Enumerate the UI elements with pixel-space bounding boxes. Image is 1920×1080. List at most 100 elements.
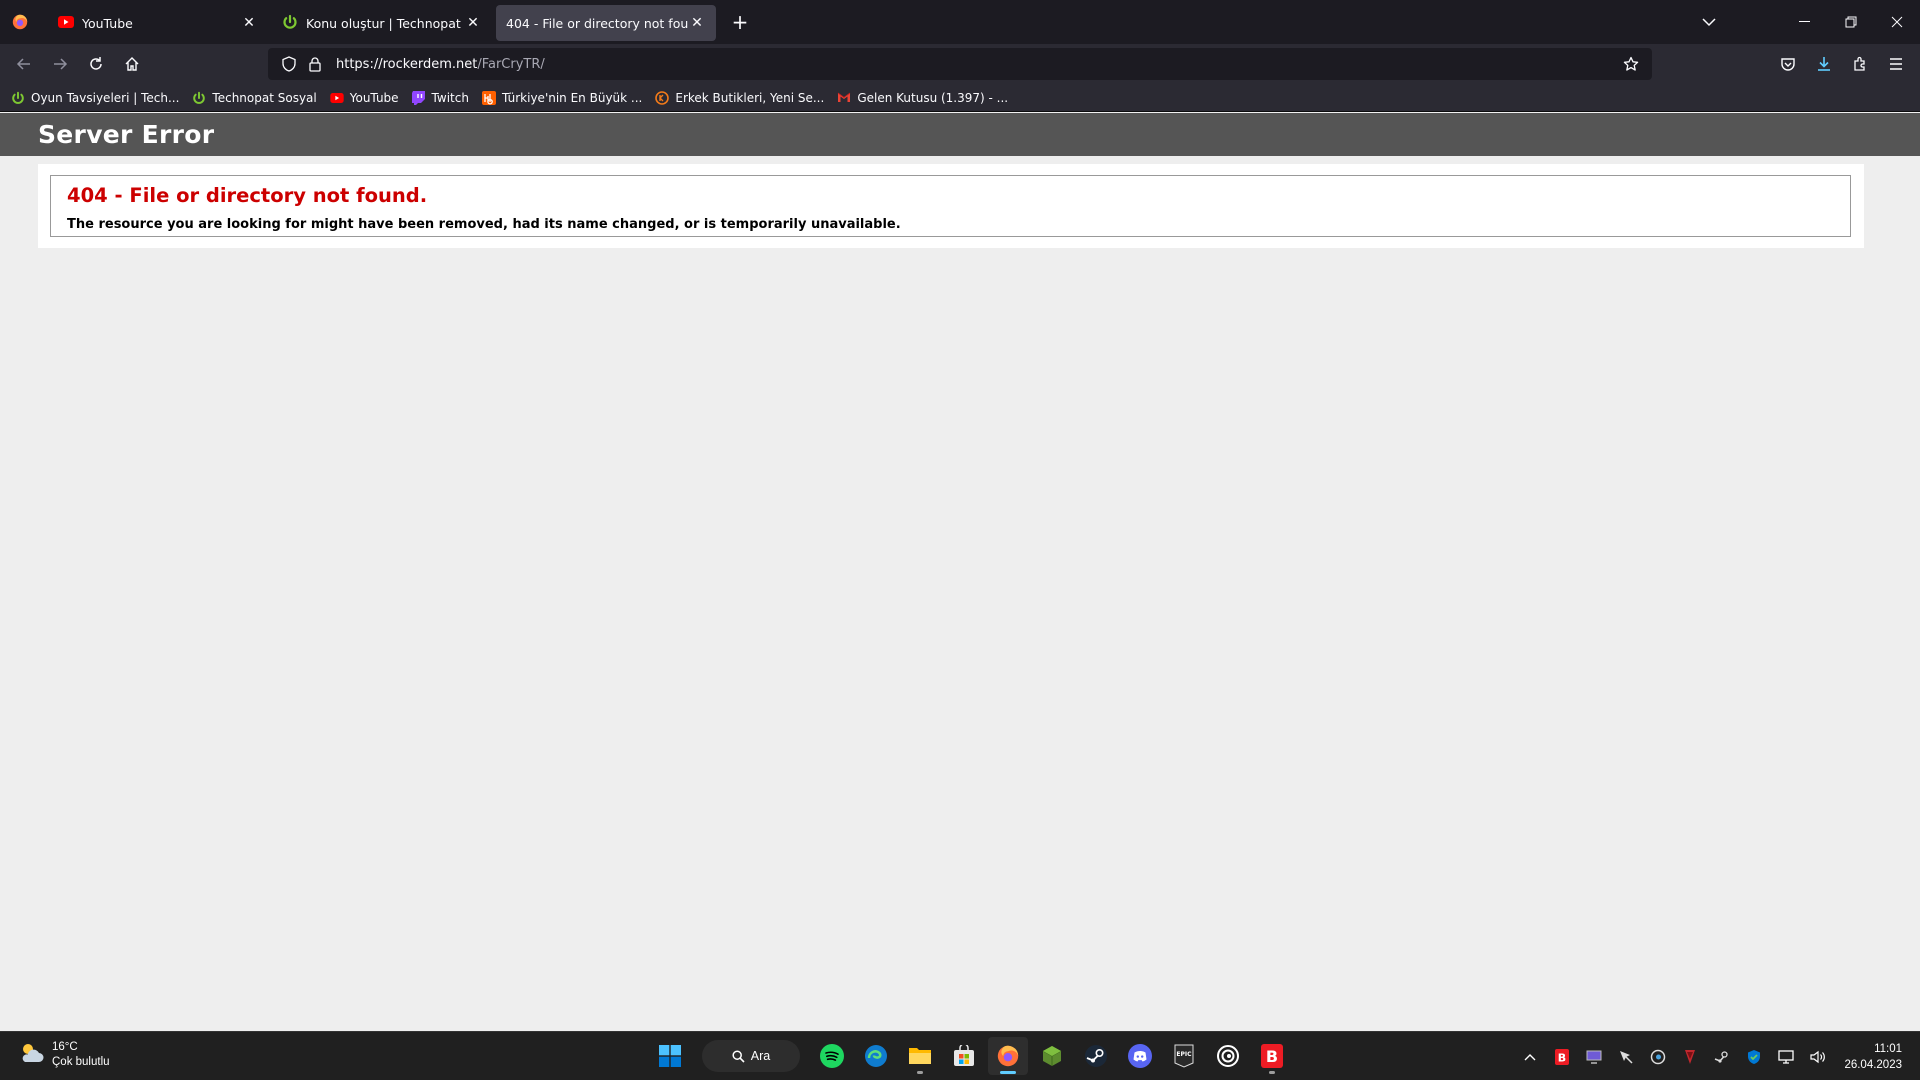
firefox-menu-icon[interactable] bbox=[0, 0, 40, 44]
url-text[interactable]: https://rockerdem.net/FarCryTR/ bbox=[336, 57, 545, 72]
close-window-button[interactable] bbox=[1874, 0, 1920, 44]
search-icon bbox=[732, 1049, 745, 1063]
error-fieldset: 404 - File or directory not found. The r… bbox=[50, 175, 1851, 237]
taskbar-search-box[interactable]: Ara bbox=[702, 1040, 800, 1072]
pocket-icon[interactable] bbox=[1772, 48, 1804, 80]
tab-404-active[interactable]: 404 - File or directory not found. ✕ bbox=[496, 5, 716, 41]
error-content-box: 404 - File or directory not found. The r… bbox=[38, 164, 1864, 248]
steam-icon[interactable] bbox=[1076, 1037, 1116, 1075]
volume-icon[interactable] bbox=[1802, 1041, 1834, 1073]
technopat-icon bbox=[191, 90, 207, 106]
epic-games-icon[interactable]: EPIC bbox=[1164, 1037, 1204, 1075]
microsoft-store-icon[interactable] bbox=[944, 1037, 984, 1075]
youtube-icon bbox=[329, 90, 345, 106]
back-button[interactable] bbox=[8, 48, 40, 80]
bitdefender-icon[interactable]: B bbox=[1252, 1037, 1292, 1075]
weather-widget[interactable]: 16°C Çok bulutlu bbox=[18, 1040, 110, 1070]
edge-icon[interactable] bbox=[856, 1037, 896, 1075]
reload-button[interactable] bbox=[80, 48, 112, 80]
bookmark-hepsiburada[interactable]: Türkiye'nin En Büyük ... bbox=[481, 90, 642, 106]
error-message: The resource you are looking for might h… bbox=[67, 217, 901, 232]
tab-title: Konu oluştur | Technopat Sosyal bbox=[306, 15, 464, 31]
discord-icon[interactable] bbox=[1120, 1037, 1160, 1075]
bookmark-twitch[interactable]: Twitch bbox=[411, 90, 469, 106]
tab-bar: YouTube ✕ Konu oluştur | Technopat Sosya… bbox=[0, 0, 1920, 44]
windows-security-icon[interactable] bbox=[1738, 1041, 1770, 1073]
bookmark-trendyol[interactable]: Erkek Butikleri, Yeni Se... bbox=[654, 90, 824, 106]
twitch-icon bbox=[411, 90, 427, 106]
youtube-icon bbox=[58, 15, 74, 31]
hepsiburada-icon bbox=[481, 90, 497, 106]
close-tab-icon[interactable]: ✕ bbox=[688, 14, 706, 32]
bookmark-youtube[interactable]: YouTube bbox=[329, 90, 399, 106]
url-host: https://rockerdem.net bbox=[336, 56, 478, 72]
forward-button[interactable] bbox=[44, 48, 76, 80]
firefox-taskbar-icon[interactable] bbox=[988, 1037, 1028, 1075]
tab-title: YouTube bbox=[82, 15, 133, 31]
lock-icon[interactable] bbox=[302, 51, 328, 77]
tab-youtube[interactable]: YouTube ✕ bbox=[48, 5, 268, 41]
svg-text:EPIC: EPIC bbox=[1176, 1051, 1192, 1058]
windows-taskbar: 16°C Çok bulutlu Ara EPIC B B 11:01 26.0… bbox=[0, 1031, 1920, 1080]
bookmark-gmail[interactable]: Gelen Kutusu (1.397) - ... bbox=[836, 90, 1008, 106]
display-tray-icon[interactable] bbox=[1578, 1041, 1610, 1073]
tab-technopat[interactable]: Konu oluştur | Technopat Sosyal ✕ bbox=[272, 5, 492, 41]
start-button[interactable] bbox=[650, 1037, 690, 1075]
server-error-header: Server Error bbox=[0, 113, 1920, 156]
page-content: Server Error 404 - File or directory not… bbox=[0, 113, 1920, 1031]
search-label: Ara bbox=[750, 1049, 771, 1063]
bookmark-label: Technopat Sosyal bbox=[212, 90, 317, 105]
cloudy-weather-icon bbox=[18, 1042, 44, 1068]
bookmark-label: Gelen Kutusu (1.397) - ... bbox=[857, 90, 1009, 105]
downloads-icon[interactable] bbox=[1808, 48, 1840, 80]
bookmark-label: Oyun Tavsiyeleri | Tech... bbox=[31, 90, 180, 105]
bookmark-label: YouTube bbox=[349, 90, 399, 105]
bookmark-label: Türkiye'nin En Büyük ... bbox=[501, 90, 643, 105]
minimize-button[interactable] bbox=[1782, 0, 1828, 44]
bitdefender-tray-icon[interactable]: B bbox=[1546, 1041, 1578, 1073]
bookmark-oyun-tavsiyeleri[interactable]: Oyun Tavsiyeleri | Tech... bbox=[10, 90, 179, 106]
technopat-icon bbox=[10, 90, 26, 106]
close-tab-icon[interactable]: ✕ bbox=[240, 14, 258, 32]
show-hidden-icons-chevron-icon[interactable] bbox=[1514, 1041, 1546, 1073]
trendyol-icon bbox=[654, 90, 670, 106]
app-menu-icon[interactable] bbox=[1880, 48, 1912, 80]
home-button[interactable] bbox=[116, 48, 148, 80]
bookmarks-toolbar: Oyun Tavsiyeleri | Tech... Technopat Sos… bbox=[0, 84, 1920, 112]
minecraft-launcher-icon[interactable] bbox=[1032, 1037, 1072, 1075]
spotify-icon[interactable] bbox=[812, 1037, 852, 1075]
bookmark-star-icon[interactable] bbox=[1618, 51, 1644, 77]
url-bar[interactable]: https://rockerdem.net/FarCryTR/ bbox=[268, 48, 1652, 80]
tracking-protection-shield-icon[interactable] bbox=[276, 51, 302, 77]
svg-text:B: B bbox=[1558, 1051, 1566, 1064]
clock-time: 11:01 bbox=[1874, 1042, 1902, 1055]
svg-text:B: B bbox=[1266, 1047, 1278, 1066]
ubisoft-tray-icon[interactable] bbox=[1642, 1041, 1674, 1073]
taskbar-clock[interactable]: 11:01 26.04.2023 bbox=[1844, 1041, 1902, 1073]
steam-tray-icon[interactable] bbox=[1706, 1041, 1738, 1073]
bookmark-technopat-sosyal[interactable]: Technopat Sosyal bbox=[191, 90, 317, 106]
new-tab-button[interactable]: + bbox=[726, 8, 754, 36]
tab-title: 404 - File or directory not found. bbox=[506, 15, 688, 31]
restore-button[interactable] bbox=[1828, 0, 1874, 44]
weather-condition: Çok bulutlu bbox=[52, 1056, 110, 1068]
gmail-icon bbox=[836, 90, 852, 106]
page-title: Server Error bbox=[38, 120, 215, 149]
weather-temperature: 16°C bbox=[52, 1041, 78, 1053]
file-explorer-icon[interactable] bbox=[900, 1037, 940, 1075]
system-tray: B 11:01 26.04.2023 bbox=[1514, 1032, 1920, 1080]
error-title: 404 - File or directory not found. bbox=[67, 184, 428, 207]
extensions-icon[interactable] bbox=[1844, 48, 1876, 80]
url-path: /FarCryTR/ bbox=[477, 56, 545, 72]
close-tab-icon[interactable]: ✕ bbox=[464, 14, 482, 32]
bookmark-label: Twitch bbox=[431, 90, 469, 105]
bookmark-label: Erkek Butikleri, Yeni Se... bbox=[675, 90, 825, 105]
technopat-icon bbox=[282, 14, 298, 33]
list-all-tabs-icon[interactable] bbox=[1694, 7, 1724, 37]
nvidia-tray-icon[interactable] bbox=[1674, 1041, 1706, 1073]
cursor-tray-icon[interactable] bbox=[1610, 1041, 1642, 1073]
navigation-toolbar: https://rockerdem.net/FarCryTR/ bbox=[0, 44, 1920, 84]
clock-date: 26.04.2023 bbox=[1844, 1058, 1902, 1071]
ubisoft-connect-icon[interactable] bbox=[1208, 1037, 1248, 1075]
network-icon[interactable] bbox=[1770, 1041, 1802, 1073]
